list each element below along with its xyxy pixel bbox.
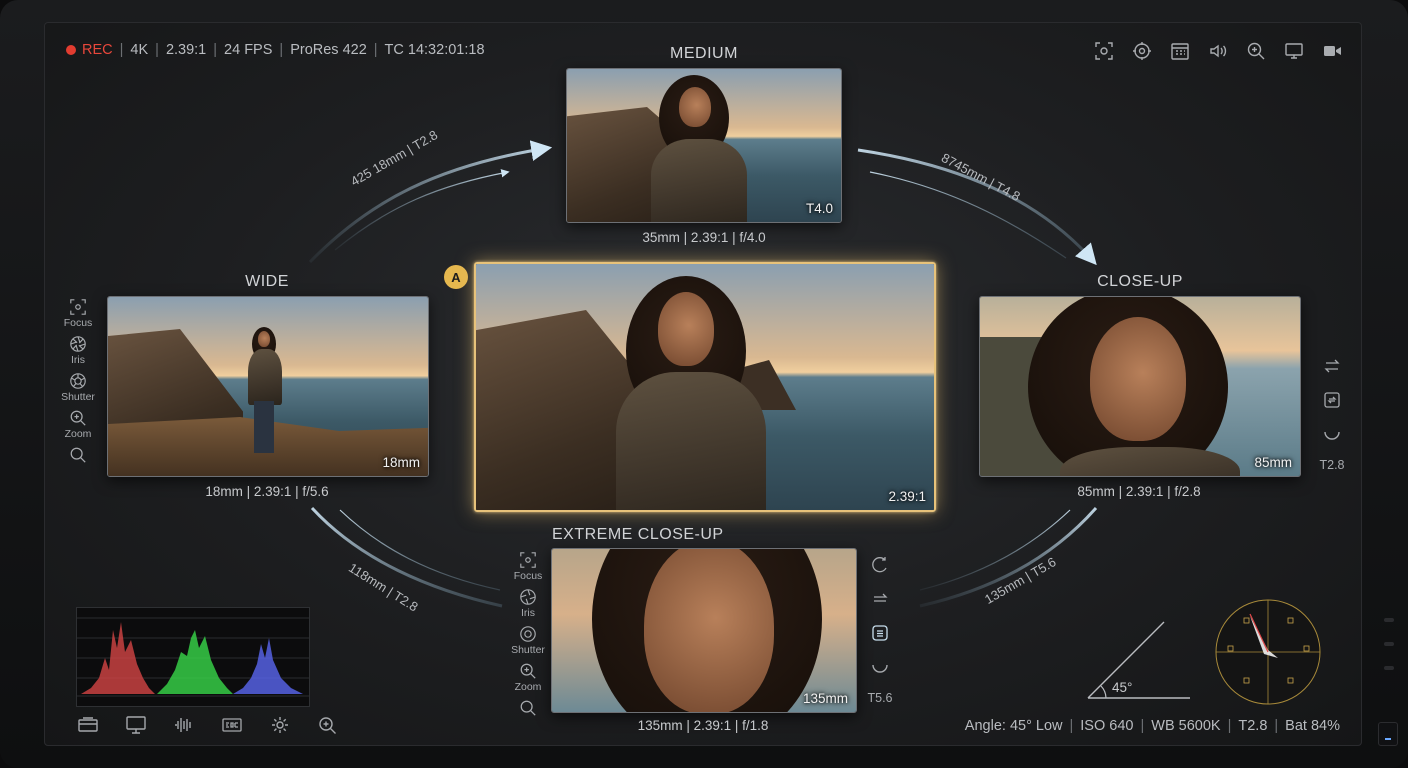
shot-label-medium: MEDIUM xyxy=(670,45,738,62)
zoom-icon xyxy=(70,410,86,426)
ecu-controls: Focus Iris Shutter Zoom xyxy=(510,551,546,724)
white-balance: WB 5600K xyxy=(1151,718,1221,734)
shutter-control-ecu[interactable]: Shutter xyxy=(511,625,545,656)
arc-icon[interactable] xyxy=(1322,424,1342,444)
shot-badge-active: 2.39:1 xyxy=(888,489,926,504)
shutter-label: Shutter xyxy=(511,644,545,656)
magnifier-icon xyxy=(520,700,536,716)
waveform-icon[interactable] xyxy=(172,714,196,736)
focus-label: Focus xyxy=(513,570,543,582)
record-box-icon[interactable] xyxy=(220,714,244,736)
shot-thumbnail-closeup[interactable]: 85mm xyxy=(979,296,1301,477)
waveform-scope[interactable] xyxy=(76,607,310,707)
focus-control[interactable]: Focus xyxy=(63,298,93,329)
vectorscope[interactable] xyxy=(1214,598,1322,706)
arc-icon[interactable] xyxy=(870,657,890,677)
shot-preview-active[interactable]: 2.39:1 xyxy=(474,262,936,512)
gear-icon[interactable] xyxy=(268,714,292,736)
ecu-t-stop: T5.6 xyxy=(867,691,893,705)
shot-caption-wide: 18mm | 2.39:1 | f/5.6 xyxy=(205,484,329,499)
search-control-ecu[interactable] xyxy=(519,699,537,718)
layers-icon[interactable] xyxy=(76,714,100,736)
shutter-icon xyxy=(520,626,536,642)
iris-label: Iris xyxy=(71,354,85,366)
shot-thumbnail-wide[interactable]: 18mm xyxy=(107,296,429,477)
iris-control[interactable]: Iris xyxy=(69,335,87,366)
zoom-label: Zoom xyxy=(514,681,542,693)
shot-badge-ecu: 135mm xyxy=(802,691,848,706)
zoom-icon xyxy=(520,663,536,679)
zoom-control-ecu[interactable]: Zoom xyxy=(514,662,542,693)
wide-controls: Focus Iris Shutter Zoom xyxy=(60,298,96,471)
list-box-icon[interactable] xyxy=(870,623,890,643)
iris-label: Iris xyxy=(521,607,535,619)
camera-angle: Angle: 45° Low xyxy=(964,718,1063,734)
shot-badge-medium: T4.0 xyxy=(805,201,833,216)
shot-label-wide: WIDE xyxy=(245,273,289,290)
shutter-control[interactable]: Shutter xyxy=(61,372,95,403)
swap-arrows-icon[interactable] xyxy=(870,589,890,609)
shot-thumbnail-ecu[interactable]: 135mm xyxy=(551,548,857,713)
swap-arrows-icon[interactable] xyxy=(1322,356,1342,376)
monitor-icon[interactable] xyxy=(124,714,148,736)
zoom-control[interactable]: Zoom xyxy=(64,409,92,440)
search-control[interactable] xyxy=(69,446,87,465)
iso-value: ISO 640 xyxy=(1080,718,1134,734)
focus-icon xyxy=(520,552,536,568)
shutter-label: Shutter xyxy=(61,391,95,403)
sync-box-icon[interactable] xyxy=(1322,390,1342,410)
focus-icon xyxy=(70,299,86,315)
closeup-t-stop: T2.8 xyxy=(1319,458,1345,472)
camera-a-marker: A xyxy=(444,265,468,289)
shot-thumbnail-medium[interactable]: T4.0 xyxy=(566,68,842,223)
ecu-side-controls: T5.6 xyxy=(860,555,900,705)
shot-caption-medium: 35mm | 2.39:1 | f/4.0 xyxy=(642,230,766,245)
iris-icon xyxy=(70,336,86,352)
camera-angle-indicator xyxy=(1087,621,1190,699)
shot-badge-closeup: 85mm xyxy=(1254,455,1292,470)
shot-label-ecu: EXTREME CLOSE-UP xyxy=(552,526,724,543)
battery-level: Bat 84% xyxy=(1285,718,1340,734)
zoom-in-icon[interactable] xyxy=(316,714,340,736)
focus-label: Focus xyxy=(63,317,93,329)
angle-value: 45° xyxy=(1112,680,1133,695)
t-stop: T2.8 xyxy=(1238,718,1268,734)
magnifier-icon xyxy=(70,447,86,463)
zoom-label: Zoom xyxy=(64,428,92,440)
footer-stats: Angle: 45° Low | ISO 640 | WB 5600K | T2.8 | Bat… xyxy=(964,718,1340,734)
shot-badge-wide: 18mm xyxy=(382,455,420,470)
iris-control-ecu[interactable]: Iris xyxy=(519,588,537,619)
closeup-controls: T2.8 xyxy=(1312,356,1352,472)
shot-label-closeup: CLOSE-UP xyxy=(1097,273,1183,290)
bottom-toolbar xyxy=(76,714,340,736)
iris-icon xyxy=(520,589,536,605)
focus-control-ecu[interactable]: Focus xyxy=(513,551,543,582)
shutter-icon xyxy=(70,373,86,389)
rotate-icon[interactable] xyxy=(870,555,890,575)
shot-caption-ecu: 135mm | 2.39:1 | f/1.8 xyxy=(637,718,769,733)
shot-caption-closeup: 85mm | 2.39:1 | f/2.8 xyxy=(1077,484,1201,499)
